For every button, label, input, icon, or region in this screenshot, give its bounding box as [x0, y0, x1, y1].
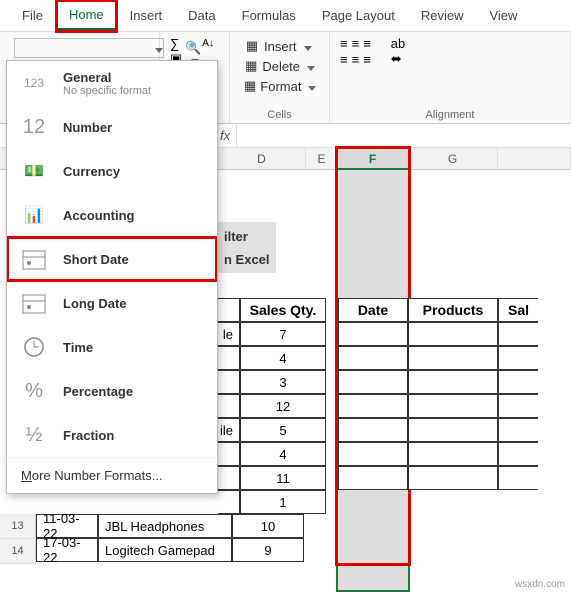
tab-review[interactable]: Review [409, 2, 476, 29]
cell[interactable]: 1 [240, 490, 326, 514]
cell[interactable] [338, 370, 408, 394]
cell[interactable]: 11 [240, 466, 326, 490]
cell[interactable]: ile [218, 418, 240, 442]
tab-formulas[interactable]: Formulas [230, 2, 308, 29]
cell[interactable] [218, 394, 240, 418]
title-text: ilter n Excel [218, 222, 276, 273]
cell[interactable] [498, 370, 538, 394]
cell[interactable] [498, 346, 538, 370]
row-header[interactable]: 13 [0, 514, 36, 539]
cell[interactable] [408, 346, 498, 370]
format-option-currency[interactable]: 💵 Currency [7, 149, 217, 193]
fx-icon[interactable]: fx [220, 128, 230, 143]
cell[interactable] [498, 466, 538, 490]
cell[interactable] [408, 370, 498, 394]
table-header-sales-right: Sal [498, 298, 538, 322]
format-option-accounting[interactable]: 📊 Accounting [7, 193, 217, 237]
cell[interactable] [218, 466, 240, 490]
format-icon: 💵 [17, 157, 51, 185]
align-bottom-icon[interactable]: ≡ [363, 36, 371, 51]
cell[interactable] [498, 394, 538, 418]
format-option-long-date[interactable]: Long Date [7, 281, 217, 325]
delete-icon: ▦ [244, 58, 258, 74]
format-option-general[interactable]: 123 GeneralNo specific format [7, 61, 217, 105]
insert-icon: ▦ [244, 38, 260, 54]
cell[interactable]: 7 [240, 322, 326, 346]
cell[interactable] [218, 442, 240, 466]
cell[interactable] [408, 466, 498, 490]
cell-qty[interactable]: 10 [232, 514, 304, 538]
align-center-icon[interactable]: ≡ [352, 52, 360, 67]
cell[interactable] [338, 346, 408, 370]
format-option-number[interactable]: 12 Number [7, 105, 217, 149]
cell[interactable] [338, 394, 408, 418]
cell[interactable] [218, 490, 240, 514]
cell-product[interactable]: Logitech Gamepad [98, 538, 232, 562]
cell[interactable] [338, 466, 408, 490]
tab-home[interactable]: Home [57, 1, 116, 31]
cell-qty[interactable]: 9 [232, 538, 304, 562]
cell[interactable] [498, 418, 538, 442]
tab-page-layout[interactable]: Page Layout [310, 2, 407, 29]
tab-view[interactable]: View [477, 2, 529, 29]
cell[interactable] [338, 442, 408, 466]
align-middle-icon[interactable]: ≡ [352, 36, 360, 51]
wrap-text-icon[interactable]: ab [391, 36, 405, 51]
row-header[interactable]: 14 [0, 539, 36, 564]
cell[interactable] [218, 370, 240, 394]
col-header-e[interactable]: E [306, 148, 338, 169]
cell[interactable]: 4 [240, 346, 326, 370]
col-header-f[interactable]: F [338, 148, 408, 169]
cell[interactable] [498, 442, 538, 466]
format-option-time[interactable]: Time [7, 325, 217, 369]
tab-file[interactable]: File [10, 2, 55, 29]
cell[interactable] [408, 442, 498, 466]
format-icon: 📊 [17, 201, 51, 229]
number-format-dropdown: 123 GeneralNo specific format12 Number💵 … [6, 60, 218, 494]
format-cells-button[interactable]: ▦Format [240, 76, 319, 96]
format-icon [17, 245, 51, 273]
format-option-percentage[interactable]: % Percentage [7, 369, 217, 413]
cell[interactable] [408, 322, 498, 346]
cell[interactable]: 5 [240, 418, 326, 442]
cell[interactable] [218, 346, 240, 370]
cell[interactable]: 12 [240, 394, 326, 418]
cell[interactable] [338, 418, 408, 442]
format-option-fraction[interactable]: ½ Fraction [7, 413, 217, 457]
cell[interactable] [338, 322, 408, 346]
cell[interactable] [408, 418, 498, 442]
format-icon: ½ [17, 421, 51, 449]
cell[interactable]: le [218, 322, 240, 346]
align-right-icon[interactable]: ≡ [363, 52, 371, 67]
cell[interactable]: 3 [240, 370, 326, 394]
number-format-box[interactable] [14, 38, 164, 58]
format-icon: 12 [17, 113, 51, 141]
table-header-sales: Sales Qty. [240, 298, 326, 322]
cell-date[interactable]: 17-03-22 [36, 538, 98, 562]
format-icon: % [17, 377, 51, 405]
align-top-icon[interactable]: ≡ [340, 36, 348, 51]
more-number-formats[interactable]: More Number Formats... [7, 457, 217, 493]
cell[interactable] [498, 322, 538, 346]
table-header-products: Products [408, 298, 498, 322]
insert-cells-button[interactable]: ▦Insert [240, 36, 319, 56]
tab-insert[interactable]: Insert [118, 2, 175, 29]
format-icon: 123 [17, 69, 51, 97]
ribbon-tabs: File Home Insert Data Formulas Page Layo… [0, 0, 571, 32]
format-icon: ▦ [244, 78, 256, 94]
merge-icon[interactable]: ⬌ [391, 51, 402, 67]
format-icon [17, 289, 51, 317]
col-header-g[interactable]: G [408, 148, 498, 169]
cell-product[interactable]: JBL Headphones [98, 514, 232, 538]
cell[interactable] [408, 394, 498, 418]
delete-cells-button[interactable]: ▦Delete [240, 56, 319, 76]
table-header-date: Date [338, 298, 408, 322]
align-left-icon[interactable]: ≡ [340, 52, 348, 67]
cell[interactable]: 4 [240, 442, 326, 466]
format-option-short-date[interactable]: Short Date [7, 237, 217, 281]
watermark: wsxdn.com [515, 579, 565, 590]
col-header-d[interactable]: D [218, 148, 306, 169]
tab-data[interactable]: Data [176, 2, 227, 29]
format-icon [17, 333, 51, 361]
